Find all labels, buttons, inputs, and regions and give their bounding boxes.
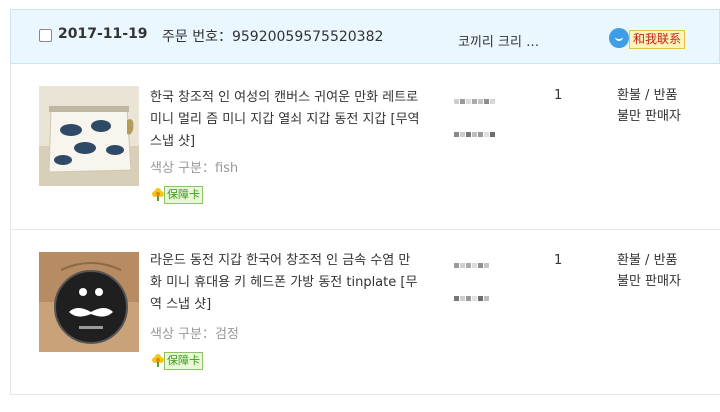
product-thumbnail-tin-wallet[interactable] [39,252,139,352]
guarantee-card-badge[interactable]: 保障卡 [150,351,214,370]
flower-icon [152,354,164,367]
order-number: 주문 번호：95920059575520382 [162,26,383,46]
order-number-value: 95920059575520382 [231,29,384,45]
order-checkbox[interactable] [39,29,52,42]
order-card: 2017-11-19 주문 번호：95920059575520382 코끼리 크… [0,0,720,412]
price-info-blurred [454,253,490,305]
product-variant: 색상 구분：fish [150,161,239,176]
guarantee-card-label: 保障卡 [164,352,203,370]
order-item: 라운드 동전 지갑 한국어 창조적 인 금속 수염 만화 미니 휴대용 키 헤드… [10,230,720,395]
refund-return-link[interactable]: 환불 / 반품 [617,250,681,271]
price-info-blurred [454,89,496,141]
refund-return-link[interactable]: 환불 / 반품 [617,85,681,106]
product-thumbnail-canvas-wallet[interactable] [39,86,139,186]
order-date: 2017-11-19 [58,26,148,42]
item-actions: 환불 / 반품 불만 판매자 [617,85,681,127]
complain-seller-link[interactable]: 불만 판매자 [617,271,681,292]
item-quantity: 1 [554,253,563,268]
guarantee-card-label: 保障卡 [164,186,203,204]
item-actions: 환불 / 반품 불만 판매자 [617,250,681,292]
chat-bubble-icon [609,28,629,48]
contact-seller-label: 和我联系 [629,30,686,49]
guarantee-card-badge[interactable]: 保障卡 [150,185,214,204]
seller-name[interactable]: 코끼리 크리 … [458,31,539,50]
order-number-label: 주문 번호： [162,29,232,45]
product-variant: 색상 구분：검정 [150,327,239,342]
complain-seller-link[interactable]: 불만 판매자 [617,106,681,127]
product-title[interactable]: 라운드 동전 지갑 한국어 창조적 인 금속 수염 만화 미니 휴대용 키 헤드… [150,250,422,316]
order-header: 2017-11-19 주문 번호：95920059575520382 코끼리 크… [10,9,720,64]
product-title[interactable]: 한국 창조적 인 여성의 캔버스 귀여운 만화 레트로 미니 멀리 즘 미니 지… [150,87,422,153]
order-item: 한국 창조적 인 여성의 캔버스 귀여운 만화 레트로 미니 멀리 즘 미니 지… [10,64,720,230]
flower-icon [152,188,164,201]
item-quantity: 1 [554,88,563,103]
